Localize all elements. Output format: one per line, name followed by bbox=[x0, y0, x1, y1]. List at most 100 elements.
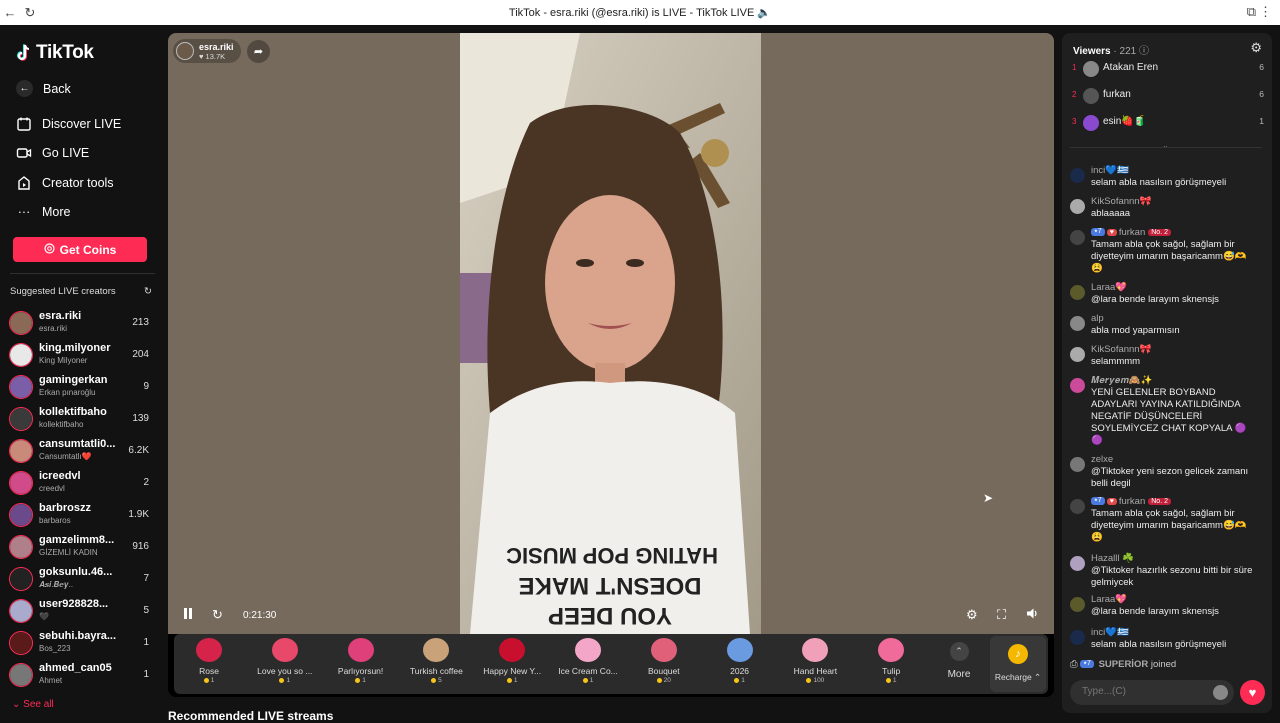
coin-icon bbox=[734, 677, 740, 683]
chat-avatar[interactable] bbox=[1070, 199, 1085, 214]
chat-avatar[interactable] bbox=[1070, 597, 1085, 612]
chat-input[interactable] bbox=[1082, 686, 1202, 697]
chat-username-line[interactable]: 𝑴𝒆𝒓𝒚𝒆𝒎🙈✨ bbox=[1091, 375, 1153, 386]
get-coins-button[interactable]: Get Coins bbox=[13, 237, 147, 262]
browser-back-icon[interactable]: ← bbox=[0, 5, 20, 20]
chat-avatar[interactable] bbox=[1070, 630, 1085, 645]
top-viewer-row[interactable]: 1 Atakan Eren 6 bbox=[1072, 59, 1264, 79]
chat-avatar[interactable] bbox=[1070, 316, 1085, 331]
recharge-button[interactable]: ♪ Recharge ⌃ bbox=[990, 636, 1046, 692]
gift-price: 1 bbox=[552, 677, 624, 684]
creator-item[interactable]: ahmed_can05 Ahmet 1 bbox=[9, 660, 154, 690]
chat-username-line[interactable]: Hazalll ☘️ bbox=[1091, 553, 1134, 564]
nav-more[interactable]: ··· More bbox=[16, 204, 71, 220]
more-gifts-button[interactable]: ⌃ More bbox=[941, 642, 977, 680]
creator-item[interactable]: gamzelimm8... GİZEMLİ KADIN 916 bbox=[9, 532, 154, 562]
gift-item[interactable]: Love you so ... 1 bbox=[249, 638, 321, 684]
chat-avatar[interactable] bbox=[1070, 168, 1085, 183]
creator-name: gamingerkan bbox=[39, 374, 108, 386]
gift-price-value: 20 bbox=[663, 677, 671, 684]
creator-item[interactable]: king.milyoner King Milyoner 204 bbox=[9, 340, 154, 370]
chat-username-line[interactable]: inci💙🇬🇷 bbox=[1091, 165, 1129, 176]
chat-username-line[interactable]: ⭑7 ♥ furkan No. 2 bbox=[1091, 496, 1173, 507]
creator-item[interactable]: kollektifbaho kollektifbaho 139 bbox=[9, 404, 154, 434]
settings-icon[interactable]: ⚙ bbox=[966, 607, 978, 623]
back-arrow-icon: ← bbox=[16, 80, 33, 97]
refresh-icon[interactable]: ↻ bbox=[144, 286, 152, 297]
gift-item[interactable]: Turkish coffee 5 bbox=[400, 638, 472, 684]
emoji-icon[interactable] bbox=[1213, 685, 1228, 700]
chat-avatar[interactable] bbox=[1070, 499, 1085, 514]
gift-item[interactable]: Happy New Y... 1 bbox=[476, 638, 548, 684]
browser-reload-icon[interactable]: ↻ bbox=[20, 5, 40, 21]
creator-item[interactable]: goksunlu.46... 𝑨𝒔𝒊.𝑩𝒆𝒚.. 7 bbox=[9, 564, 154, 594]
brand-name: TikTok bbox=[36, 42, 94, 63]
creator-item[interactable]: esra.riki esra.riki 213 bbox=[9, 308, 154, 338]
browser-menu-icon[interactable]: ⋮ bbox=[1259, 4, 1272, 20]
share-button[interactable]: ➦ bbox=[247, 40, 270, 63]
chat-avatar[interactable] bbox=[1070, 285, 1085, 300]
creator-name: icreedvl bbox=[39, 470, 81, 482]
fullscreen-icon[interactable]: ⛶ bbox=[997, 607, 1006, 623]
viewer-count: 5 bbox=[143, 605, 149, 616]
volume-icon[interactable] bbox=[1026, 607, 1039, 623]
chat-username-line[interactable]: KikSofannn🎀 bbox=[1091, 344, 1151, 355]
gift-item[interactable]: Ice Cream Co... 1 bbox=[552, 638, 624, 684]
chat-avatar[interactable] bbox=[1070, 378, 1085, 393]
creator-item[interactable]: gamingerkan Erkan pınaroğlu 9 bbox=[9, 372, 154, 402]
chat-username-line[interactable]: Laraa💖 bbox=[1091, 594, 1127, 605]
creator-item[interactable]: icreedvl creedvl 2 bbox=[9, 468, 154, 498]
gift-item[interactable]: Hand Heart 100 bbox=[779, 638, 851, 684]
refresh-stream-icon[interactable]: ↻ bbox=[212, 607, 223, 623]
nav-back[interactable]: ← Back bbox=[16, 80, 71, 97]
creator-avatar bbox=[9, 439, 33, 463]
nav-creator-tools[interactable]: Creator tools bbox=[16, 175, 114, 191]
gift-item[interactable]: Rose 1 bbox=[173, 638, 245, 684]
gift-icon bbox=[499, 638, 526, 662]
gift-item[interactable]: Parlıyorsun! 1 bbox=[325, 638, 397, 684]
nav-discover-live[interactable]: Discover LIVE bbox=[16, 116, 121, 132]
avatar-image bbox=[10, 440, 32, 462]
chat-username-line[interactable]: KikSofannn🎀 bbox=[1091, 196, 1151, 207]
chat-avatar[interactable] bbox=[1070, 347, 1085, 362]
chat-avatar[interactable] bbox=[1070, 556, 1085, 571]
chat-username-line[interactable]: alp bbox=[1091, 313, 1104, 324]
like-button[interactable]: ♥ bbox=[1240, 680, 1265, 705]
chat-username-line[interactable]: zelxe bbox=[1091, 454, 1113, 465]
gift-bar: Rose 1 Love you so ... 1 Parlıyorsun! 1 Turkis… bbox=[174, 634, 1048, 694]
chat-avatar[interactable] bbox=[1070, 230, 1085, 245]
top-viewer-row[interactable]: 2 furkan 6 bbox=[1072, 86, 1264, 106]
gear-icon[interactable]: ⚙ bbox=[1250, 40, 1262, 56]
creator-item[interactable]: barbroszz barbaros 1.9K bbox=[9, 500, 154, 530]
chat-input-box[interactable] bbox=[1070, 680, 1234, 705]
join-user[interactable]: SUPERİOR bbox=[1099, 659, 1149, 670]
viewer-rank: 3 bbox=[1072, 117, 1077, 126]
gift-item[interactable]: Bouquet 20 bbox=[628, 638, 700, 684]
chat-username-line[interactable]: inci💙🇬🇷 bbox=[1091, 627, 1129, 638]
extensions-icon[interactable]: ⧉ bbox=[1247, 4, 1256, 20]
creator-nickname: barbaros bbox=[39, 516, 71, 525]
creator-item[interactable]: sebuhi.bayra... Bos_223 1 bbox=[9, 628, 154, 658]
see-all-link[interactable]: ⌄ See all bbox=[12, 699, 54, 710]
chat-avatar[interactable] bbox=[1070, 457, 1085, 472]
live-video[interactable]: HATING POP MUSIC DOESN'T MAKE YOU DEEP bbox=[460, 33, 761, 634]
pause-icon[interactable] bbox=[182, 607, 194, 623]
chat-username-line[interactable]: Laraa💖 bbox=[1091, 282, 1127, 293]
gift-item[interactable]: 2026 1 bbox=[704, 638, 776, 684]
nav-go-live[interactable]: Go LIVE bbox=[16, 145, 89, 161]
top-viewer-row[interactable]: 3 esin🍓🧃 1 bbox=[1072, 113, 1264, 133]
tiktok-logo[interactable]: TikTok bbox=[16, 42, 94, 64]
creator-item[interactable]: user928828... 🖤 5 bbox=[9, 596, 154, 626]
avatar-image bbox=[10, 472, 32, 494]
viewer-rank: 2 bbox=[1072, 90, 1077, 99]
expand-chevron-icon[interactable]: ⌄ bbox=[1162, 141, 1169, 150]
creator-item[interactable]: cansumtatli0... Cansumtatlı❤️ 6.2K bbox=[9, 436, 154, 466]
host-info[interactable]: esra.riki ♥ 13.7K bbox=[173, 39, 241, 63]
coin-icon: ♪ bbox=[1008, 644, 1028, 664]
viewers-header[interactable]: Viewers · 221 ⓘ bbox=[1073, 42, 1149, 57]
chat-text: @Tiktoker yeni sezon gelicek zamanı bell… bbox=[1091, 466, 1249, 489]
gift-price: 5 bbox=[400, 677, 472, 684]
creator-nickname: Bos_223 bbox=[39, 644, 71, 653]
gift-item[interactable]: Tulip 1 bbox=[855, 638, 927, 684]
chat-username-line[interactable]: ⭑7 ♥ furkan No. 2 bbox=[1091, 227, 1173, 238]
